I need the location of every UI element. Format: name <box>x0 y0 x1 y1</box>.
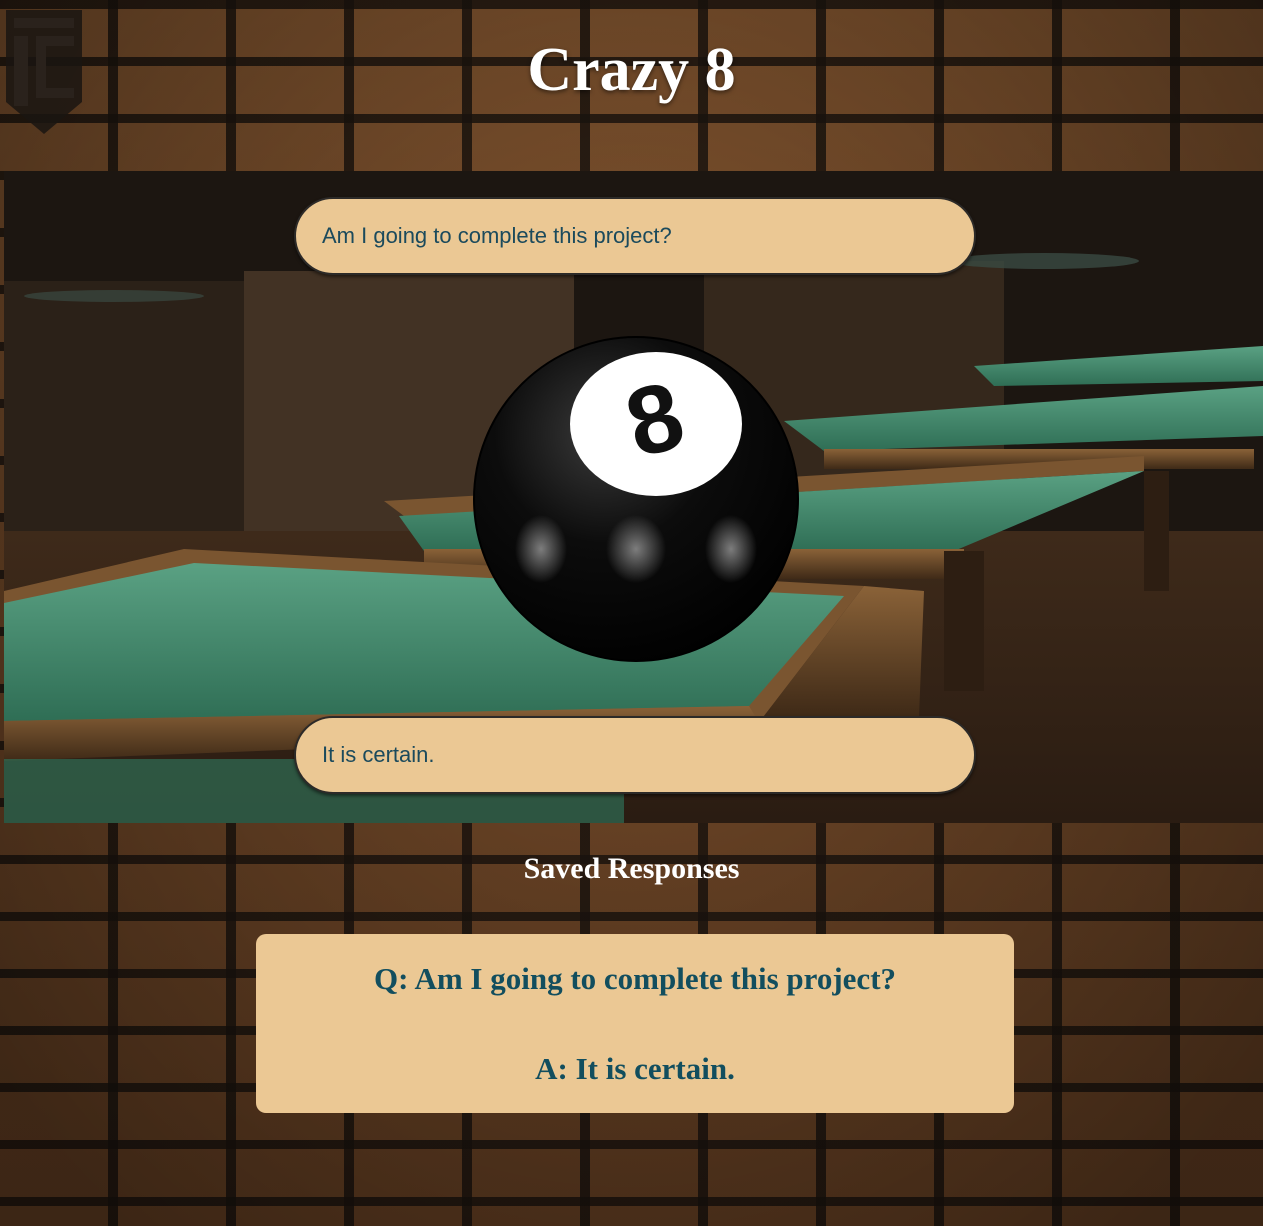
question-input[interactable] <box>294 197 976 275</box>
saved-question: Q: Am I going to complete this project? <box>373 961 897 996</box>
saved-response-card: Q: Am I going to complete this project? … <box>256 934 1014 1113</box>
pool-hall-scene: 8 <box>4 171 1263 823</box>
saved-responses-heading: Saved Responses <box>523 852 740 885</box>
saved-answer: A: It is certain. <box>535 1051 735 1086</box>
eight-ball-icon[interactable]: 8 <box>471 334 801 664</box>
page-title: Crazy 8 <box>527 36 736 104</box>
answer-display <box>294 716 976 794</box>
